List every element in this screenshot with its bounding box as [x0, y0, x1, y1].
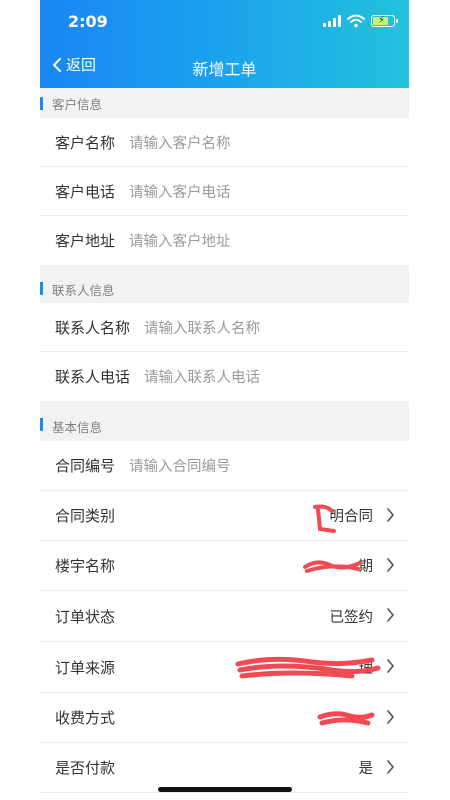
contract-number-field[interactable]: 合同编号 请输入合同编号	[40, 441, 409, 491]
redaction-scribble	[303, 560, 362, 573]
selected-value: 是	[358, 761, 374, 777]
contract-type-select[interactable]: 合同类别 明合同	[40, 491, 409, 541]
redaction-scribble	[317, 711, 375, 726]
chevron-right-icon	[387, 659, 395, 673]
customer-phone-input[interactable]: 请输入客户电话	[129, 181, 231, 202]
wifi-icon	[347, 14, 365, 28]
contact-phone-field[interactable]: 联系人电话 请输入联系人电话	[40, 352, 409, 401]
contact-name-field[interactable]: 联系人名称 请输入联系人名称	[40, 303, 409, 352]
field-label: 客户电话	[55, 182, 116, 201]
field-label: 订单来源	[55, 658, 116, 677]
section-title: 客户信息	[52, 96, 103, 112]
customer-name-field[interactable]: 客户名称 请输入客户名称	[40, 118, 409, 167]
order-source-select[interactable]: 订单来源 理	[40, 642, 409, 693]
redaction-scribble	[313, 504, 336, 533]
signal-icon	[323, 15, 341, 27]
form: 客户信息 客户名称 请输入客户名称 客户电话 请输入客户电话 客户地址 请输入客…	[40, 88, 409, 793]
status-time: 2:09	[68, 12, 108, 31]
status-icons: ⚡	[323, 14, 398, 28]
section-title: 基本信息	[52, 419, 103, 435]
building-name-select[interactable]: 楼宇名称 期	[40, 541, 409, 591]
section-basic-info: 基本信息	[40, 401, 409, 441]
field-label: 楼宇名称	[55, 557, 116, 575]
order-status-select[interactable]: 订单状态 已签约	[40, 591, 409, 642]
customer-name-input[interactable]: 请输入客户名称	[129, 132, 231, 153]
customer-phone-field[interactable]: 客户电话 请输入客户电话	[40, 167, 409, 216]
field-label: 收费方式	[55, 709, 116, 727]
customer-address-field[interactable]: 客户地址 请输入客户地址	[40, 216, 409, 265]
selected-value: 已签约	[329, 609, 374, 626]
battery-icon: ⚡	[371, 15, 398, 27]
chevron-right-icon	[387, 760, 395, 774]
contact-name-input[interactable]: 请输入联系人名称	[144, 317, 260, 338]
phone-screen: 2:09 ⚡ 返回 新增工单 客户信息 客户名称 请输入客户名称 客户电话 请输…	[40, 0, 409, 800]
section-accent-bar	[40, 282, 43, 295]
field-label: 联系人名称	[55, 318, 131, 337]
field-label: 客户地址	[55, 232, 116, 250]
nav-bar: 返回 新增工单	[40, 50, 409, 82]
field-label: 客户名称	[55, 133, 116, 152]
field-label: 是否付款	[55, 759, 116, 777]
section-contact-info: 联系人信息	[40, 265, 409, 303]
section-title: 联系人信息	[52, 282, 115, 298]
contract-number-input[interactable]: 请输入合同编号	[129, 455, 231, 476]
section-accent-bar	[40, 97, 43, 110]
field-label: 订单状态	[55, 607, 116, 626]
is-paid-select[interactable]: 是否付款 是	[40, 743, 409, 793]
page-title: 新增工单	[192, 60, 257, 79]
chevron-right-icon	[387, 608, 395, 622]
redaction-scribble	[235, 656, 381, 679]
field-label: 联系人电话	[55, 368, 131, 386]
customer-address-input[interactable]: 请输入客户地址	[129, 230, 231, 251]
section-accent-bar	[40, 418, 43, 431]
home-indicator	[158, 787, 292, 792]
section-customer-info: 客户信息	[40, 88, 409, 118]
field-label: 合同编号	[55, 457, 116, 475]
payment-method-select[interactable]: 收费方式	[40, 693, 409, 743]
chevron-right-icon	[387, 710, 395, 724]
contact-phone-input[interactable]: 请输入联系人电话	[144, 366, 260, 387]
chevron-right-icon	[387, 508, 395, 522]
app-header: 2:09 ⚡ 返回 新增工单	[40, 0, 409, 88]
field-label: 合同类别	[55, 507, 116, 525]
chevron-right-icon	[387, 558, 395, 572]
